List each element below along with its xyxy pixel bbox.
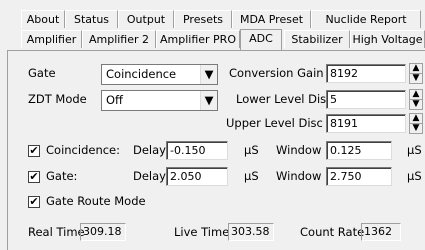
coincidence-window-unit: µS (407, 143, 422, 157)
zdt-mode-select[interactable]: Off ▼ (101, 90, 218, 111)
spin-up-icon[interactable]: ▲ (410, 114, 422, 123)
chevron-down-icon[interactable]: ▼ (200, 65, 217, 84)
tab-row-top: About Status Output Presets MDA Preset N… (0, 10, 425, 30)
tab-nuclide-report[interactable]: Nuclide Report (311, 10, 421, 28)
tab-high-voltage[interactable]: High Voltage (350, 30, 425, 48)
conversion-gain-field[interactable]: 8192 (326, 64, 406, 83)
conversion-gain-label: Conversion Gain (229, 66, 324, 80)
tab-amplifier-pro[interactable]: Amplifier PRO (156, 30, 240, 48)
spin-down-icon[interactable]: ▼ (410, 100, 422, 109)
tab-status[interactable]: Status (65, 10, 118, 28)
tab-mda-preset[interactable]: MDA Preset (232, 10, 311, 28)
chevron-down-icon[interactable]: ▼ (200, 91, 217, 110)
tab-row-bottom: Amplifier Amplifier 2 Amplifier PRO ADC … (0, 29, 425, 50)
tab-amplifier[interactable]: Amplifier (21, 30, 82, 48)
gate-label: Gate (28, 66, 56, 80)
coincidence-window-label: Window (276, 143, 322, 157)
coincidence-delay-label: Delay (133, 143, 166, 157)
spin-down-icon[interactable]: ▼ (410, 74, 422, 83)
tab-adc[interactable]: ADC (240, 29, 282, 50)
zdt-mode-label: ZDT Mode (28, 92, 87, 106)
coincidence-label: Coincidence: (46, 143, 121, 157)
spin-up-icon[interactable]: ▲ (410, 64, 422, 73)
tab-stabilizer[interactable]: Stabilizer (284, 30, 350, 48)
lower-level-disc-label: Lower Level Disc (236, 92, 333, 106)
tab-about[interactable]: About (21, 10, 65, 28)
tab-output[interactable]: Output (118, 10, 174, 28)
gate-route-mode-checkbox[interactable]: ✔ (28, 196, 40, 208)
lower-level-disc-field[interactable]: 5 (326, 90, 406, 109)
spin-down-icon[interactable]: ▼ (410, 124, 422, 133)
upper-level-disc-spinner[interactable]: ▲ ▼ (409, 113, 423, 134)
upper-level-disc-field[interactable]: 8191 (326, 114, 406, 133)
check-icon: ✔ (29, 170, 39, 183)
upper-level-disc-label: Upper Level Disc (226, 116, 323, 130)
gate-route-mode-label: Gate Route Mode (46, 194, 146, 208)
coincidence-delay-field[interactable]: -0.150 (166, 141, 228, 160)
gate-window-label: Window (276, 169, 322, 183)
count-rate-value: 1362 (361, 223, 401, 241)
tab-amplifier-2[interactable]: Amplifier 2 (82, 30, 156, 48)
spin-up-icon[interactable]: ▲ (410, 90, 422, 99)
check-icon: ✔ (29, 144, 39, 157)
gate-delay-label: Delay (133, 169, 166, 183)
real-time-value: 309.18 (80, 223, 126, 241)
zdt-mode-select-value: Off (106, 93, 123, 107)
coincidence-delay-unit: µS (244, 143, 259, 157)
gate-window-unit: µS (407, 169, 422, 183)
lower-level-disc-spinner[interactable]: ▲ ▼ (409, 89, 423, 110)
conversion-gain-spinner[interactable]: ▲ ▼ (409, 63, 423, 84)
gate-select-value: Coincidence (106, 67, 177, 81)
gate-delay-unit: µS (244, 169, 259, 183)
check-icon: ✔ (29, 195, 39, 208)
live-time-value: 303.58 (228, 223, 274, 241)
real-time-label: Real Time (28, 225, 85, 239)
gate-row-label: Gate: (46, 169, 78, 183)
coincidence-checkbox[interactable]: ✔ (28, 145, 40, 157)
gate-checkbox[interactable]: ✔ (28, 171, 40, 183)
coincidence-window-field[interactable]: 0.125 (326, 141, 392, 160)
tab-presets[interactable]: Presets (174, 10, 232, 28)
gate-select[interactable]: Coincidence ▼ (101, 64, 218, 85)
gate-window-field[interactable]: 2.750 (326, 167, 392, 186)
count-rate-label: Count Rate (300, 225, 365, 239)
gate-delay-field[interactable]: 2.050 (166, 167, 228, 186)
live-time-label: Live Time (174, 225, 230, 239)
